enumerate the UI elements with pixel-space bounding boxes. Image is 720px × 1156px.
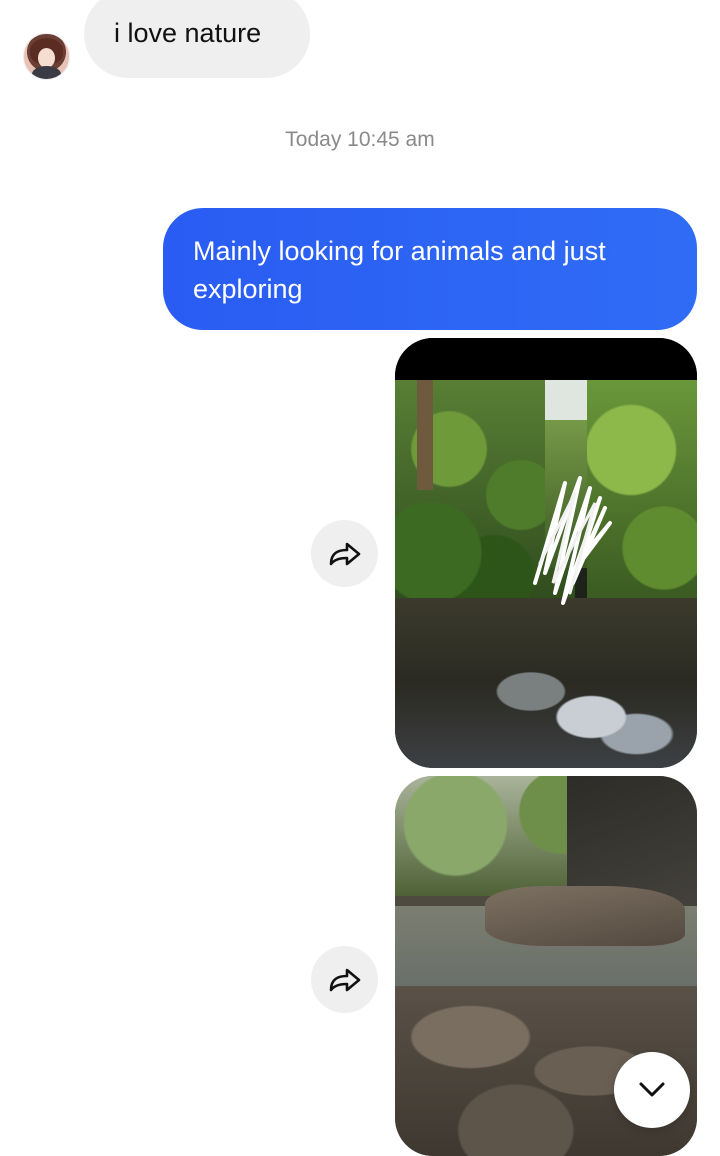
incoming-message-bubble[interactable]: i love nature xyxy=(84,0,310,78)
incoming-message-text: i love nature xyxy=(114,18,262,48)
photo-top-bar xyxy=(395,338,697,380)
share-photo-1-button[interactable] xyxy=(311,520,378,587)
white-scribble-mark xyxy=(533,476,612,605)
scroll-to-bottom-button[interactable] xyxy=(614,1052,690,1128)
chevron-down-icon xyxy=(639,1082,665,1097)
share-arrow-icon xyxy=(329,968,360,991)
share-arrow-icon xyxy=(329,542,360,565)
share-photo-2-button[interactable] xyxy=(311,946,378,1013)
photo-attachment-1[interactable] xyxy=(395,338,697,768)
outgoing-message-text: Mainly looking for animals and just expl… xyxy=(193,236,606,304)
message-timestamp: Today 10:45 am xyxy=(285,128,435,151)
contact-avatar[interactable] xyxy=(23,33,70,80)
stream-water xyxy=(395,598,697,768)
avatar-body xyxy=(32,66,61,79)
avatar-face xyxy=(38,48,55,68)
mid-rock xyxy=(485,886,685,946)
outgoing-message-bubble[interactable]: Mainly looking for animals and just expl… xyxy=(163,208,697,330)
tree-trunk xyxy=(417,380,433,490)
